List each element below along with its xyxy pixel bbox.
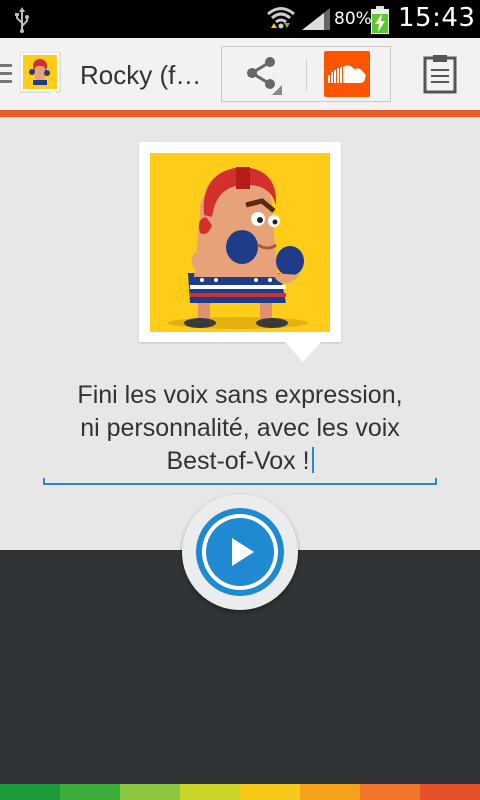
share-icon [247,57,282,95]
divider [306,59,307,91]
accent-line [0,110,480,117]
color-strip-segment [60,784,120,800]
color-strip-segment [240,784,300,800]
text-cursor [311,447,314,473]
app-title: Rocky (f… [80,60,202,90]
action-bar: Rocky (f… [0,38,480,110]
battery-percent: 80% [334,9,372,29]
menu-icon[interactable] [0,64,12,88]
signal-icon [302,8,330,30]
play-icon [232,538,254,566]
usb-icon [15,7,29,33]
color-strip [0,784,480,800]
play-ring [196,508,284,596]
boxer-illustration [150,153,330,332]
color-strip-segment [360,784,420,800]
status-bar: 80% 15:43 [0,0,480,38]
speech-pointer [285,342,321,362]
tagline-line: Fini les voix sans expression, [77,381,403,409]
clipboard-icon[interactable] [420,54,460,94]
main-card: Fini les voix sans expression, ni person… [0,117,480,550]
color-strip-segment [420,784,480,800]
tagline-line: ni personnalité, avec les voix [80,414,400,442]
battery-charging-icon [371,6,389,34]
app-icon[interactable] [20,52,64,96]
tagline-line: Best-of-Vox ! [40,445,440,478]
soundcloud-button[interactable] [324,51,370,97]
share-button[interactable] [222,47,302,101]
color-strip-segment [180,784,240,800]
color-strip-segment [120,784,180,800]
clock: 15:43 [398,3,476,33]
soundcloud-icon [328,65,366,83]
share-action-group [221,46,391,102]
color-strip-segment [300,784,360,800]
play-button[interactable] [182,494,298,610]
text-field-underline [43,478,437,485]
tagline-input[interactable]: Fini les voix sans expression, ni person… [40,379,440,478]
color-strip-segment [0,784,60,800]
voice-portrait [139,142,341,362]
tagline-line-text: Best-of-Vox ! [166,447,310,475]
wifi-icon [267,7,295,29]
